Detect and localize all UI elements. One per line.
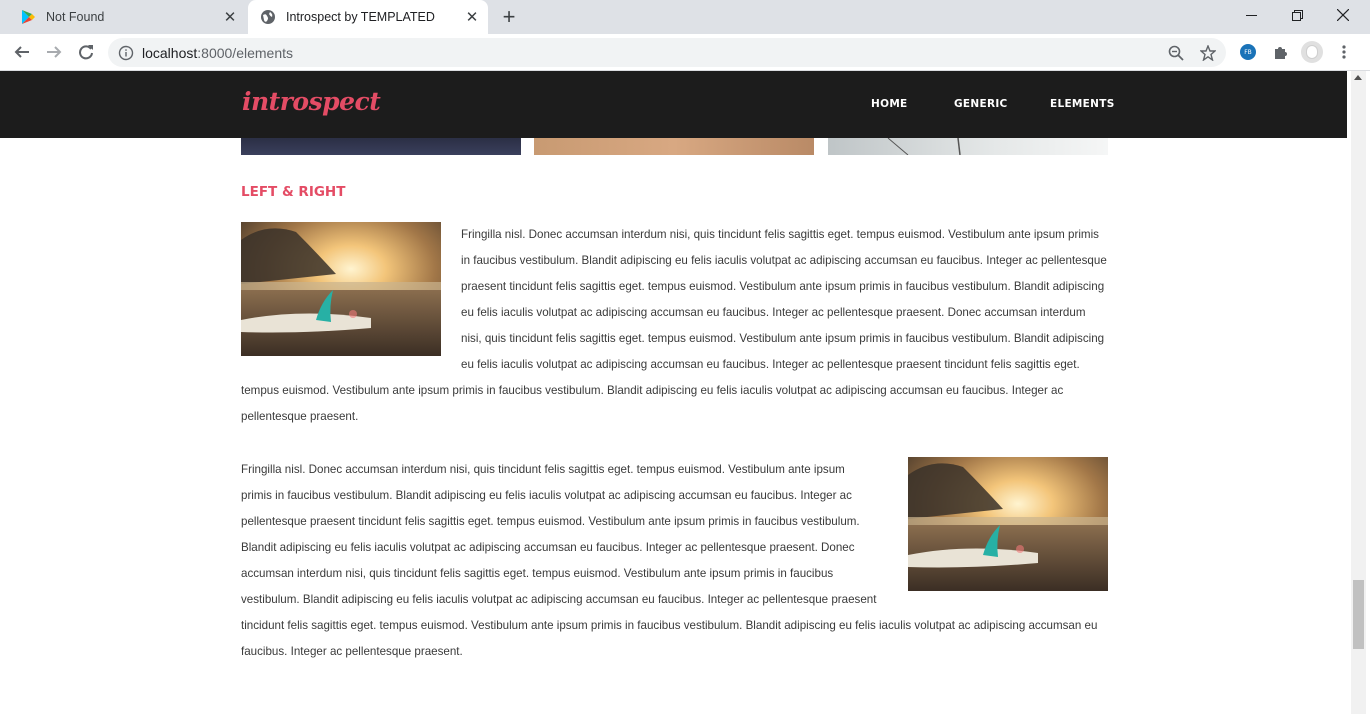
gallery-image-sand[interactable]	[534, 138, 814, 155]
browser-toolbar: localhost:8000/elements FB	[0, 34, 1370, 71]
profile-avatar-icon[interactable]	[1298, 38, 1326, 66]
nav-elements[interactable]: ELEMENTS	[1050, 98, 1115, 110]
section-title: LEFT & RIGHT	[241, 184, 346, 200]
scroll-up-arrow-icon[interactable]	[1354, 75, 1362, 80]
close-window-icon[interactable]	[1320, 0, 1366, 30]
tab-title: Not Found	[46, 10, 105, 24]
scrollbar-thumb[interactable]	[1353, 580, 1364, 649]
minimize-icon[interactable]	[1228, 0, 1274, 30]
info-icon[interactable]	[118, 45, 134, 61]
surfboard-beach-image	[241, 222, 441, 356]
zoom-icon[interactable]	[1162, 38, 1190, 67]
url-path: :8000/elements	[197, 44, 293, 61]
extension-badge-label: FB	[1240, 44, 1256, 60]
play-store-icon	[20, 9, 36, 25]
close-tab-icon[interactable]: ✕	[460, 5, 484, 29]
close-tab-icon[interactable]: ✕	[218, 5, 242, 29]
url-host: localhost	[142, 44, 198, 61]
surfboard-beach-image	[908, 457, 1108, 591]
tab-title: Introspect by TEMPLATED	[286, 10, 435, 24]
menu-kebab-icon[interactable]	[1330, 38, 1358, 66]
paragraph-image-left: Fringilla nisl. Donec accumsan interdum …	[241, 222, 1108, 430]
nav-generic[interactable]: GENERIC	[954, 98, 1008, 110]
gallery-image-sky[interactable]	[828, 138, 1108, 155]
forward-arrow-icon[interactable]	[40, 38, 68, 66]
bookmark-star-icon[interactable]	[1194, 38, 1222, 67]
tab-introspect[interactable]: Introspect by TEMPLATED ✕	[248, 0, 488, 34]
site-header: introspect HOME GENERIC ELEMENTS	[0, 71, 1347, 138]
paragraph-image-right: Fringilla nisl. Donec accumsan interdum …	[241, 457, 1108, 665]
url-text: localhost:8000/elements	[142, 45, 293, 61]
new-tab-icon[interactable]: +	[497, 4, 521, 29]
page-viewport: introspect HOME GENERIC ELEMENTS LEFT & …	[0, 71, 1370, 714]
extensions-puzzle-icon[interactable]	[1266, 38, 1294, 66]
back-arrow-icon[interactable]	[8, 38, 36, 66]
address-bar[interactable]: localhost:8000/elements	[108, 38, 1226, 67]
nav-home[interactable]: HOME	[871, 98, 908, 110]
gallery-image-dark[interactable]	[241, 138, 521, 155]
restore-icon[interactable]	[1274, 0, 1320, 30]
reload-icon[interactable]	[72, 38, 100, 66]
site-logo[interactable]: introspect	[242, 87, 381, 116]
tab-strip: Not Found ✕ Introspect by TEMPLATED ✕ +	[0, 0, 1370, 34]
vertical-scrollbar[interactable]	[1351, 71, 1366, 714]
globe-icon	[260, 9, 276, 25]
extension-badge-icon[interactable]: FB	[1234, 38, 1262, 66]
tab-not-found[interactable]: Not Found ✕	[8, 0, 246, 34]
